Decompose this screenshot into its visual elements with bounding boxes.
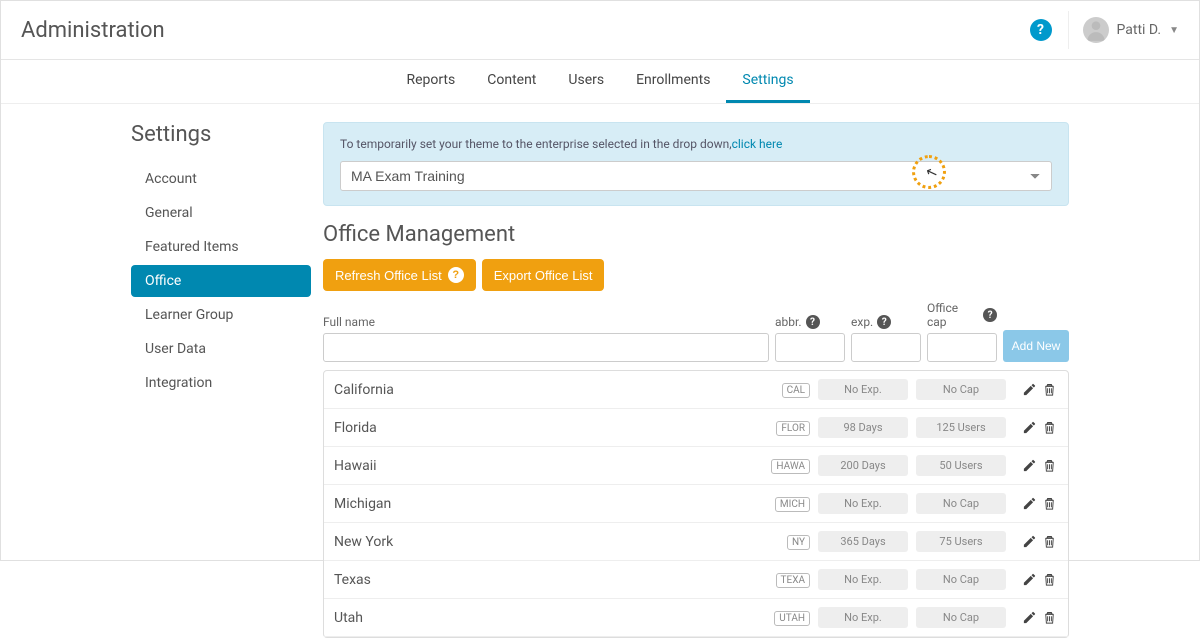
abbr-badge: FLOR [776,421,810,436]
delete-icon[interactable] [1042,382,1058,398]
refresh-button-label: Refresh Office List [335,268,442,283]
edit-icon[interactable] [1022,496,1038,512]
fullname-input[interactable] [323,333,769,362]
sidebar-title: Settings [131,122,311,147]
delete-icon[interactable] [1042,420,1058,436]
office-row: Florida FLOR 98 Days 125 Users [324,409,1068,447]
abbr-badge: NY [787,535,810,550]
delete-icon[interactable] [1042,496,1058,512]
exp-pill: No Exp. [818,569,908,590]
sidebar-item-general[interactable]: General [131,197,311,229]
edit-icon[interactable] [1022,534,1038,550]
office-list: California CAL No Exp. No Cap Florida FL… [323,370,1069,638]
abbr-input[interactable] [775,333,845,362]
office-name: California [334,382,746,398]
tab-settings[interactable]: Settings [726,60,809,103]
cap-pill: No Cap [916,379,1006,400]
help-icon[interactable]: ? [877,315,891,329]
abbr-label: abbr. ? [775,315,845,329]
tab-content[interactable]: Content [471,60,552,103]
export-button-label: Export Office List [494,268,593,283]
office-name: New York [334,534,746,550]
delete-icon[interactable] [1042,610,1058,626]
exp-pill: 98 Days [818,417,908,438]
user-name: Patti D. [1117,22,1162,38]
cap-pill: 50 Users [916,455,1006,476]
cap-pill: No Cap [916,569,1006,590]
banner-link[interactable]: click here [732,137,783,151]
abbr-badge: MICH [775,497,810,512]
cap-label: Office cap ? [927,301,997,329]
enterprise-select[interactable]: MA Exam Training [340,161,1052,191]
avatar [1083,17,1109,43]
office-name: Hawaii [334,458,746,474]
exp-pill: No Exp. [818,379,908,400]
banner-text: To temporarily set your theme to the ent… [340,137,1052,151]
edit-icon[interactable] [1022,610,1038,626]
tab-reports[interactable]: Reports [390,60,471,103]
office-name: Texas [334,572,746,588]
caret-down-icon: ▼ [1169,25,1179,36]
exp-pill: 200 Days [818,455,908,476]
help-icon[interactable]: ? [1030,19,1052,41]
help-icon: ? [448,267,464,283]
banner-text-label: To temporarily set your theme to the ent… [340,137,732,151]
cap-pill: 75 Users [916,531,1006,552]
sidebar-item-learner-group[interactable]: Learner Group [131,299,311,331]
office-name: Michigan [334,496,746,512]
tab-enrollments[interactable]: Enrollments [620,60,726,103]
office-row: Michigan MICH No Exp. No Cap [324,485,1068,523]
help-icon[interactable]: ? [983,308,997,322]
exp-pill: No Exp. [818,607,908,628]
exp-pill: 365 Days [818,531,908,552]
edit-icon[interactable] [1022,458,1038,474]
office-row: Utah UTAH No Exp. No Cap [324,599,1068,637]
office-name: Florida [334,420,746,436]
abbr-badge: CAL [782,383,810,398]
abbr-badge: TEXA [776,573,810,588]
abbr-badge: HAWA [771,459,810,474]
office-row: Hawaii HAWA 200 Days 50 Users [324,447,1068,485]
tab-users[interactable]: Users [552,60,620,103]
edit-icon[interactable] [1022,382,1038,398]
add-new-button[interactable]: Add New [1003,330,1069,362]
main-tabs: Reports Content Users Enrollments Settin… [1,60,1199,104]
delete-icon[interactable] [1042,534,1058,550]
page-header-title: Administration [21,18,165,43]
sidebar-item-user-data[interactable]: User Data [131,333,311,365]
section-title: Office Management [323,222,1069,247]
delete-icon[interactable] [1042,572,1058,588]
sidebar-item-office[interactable]: Office [131,265,311,297]
edit-icon[interactable] [1022,420,1038,436]
cap-pill: No Cap [916,607,1006,628]
sidebar-item-featured-items[interactable]: Featured Items [131,231,311,263]
refresh-office-list-button[interactable]: Refresh Office List ? [323,259,476,291]
sidebar-item-account[interactable]: Account [131,163,311,195]
sidebar-item-integration[interactable]: Integration [131,367,311,399]
export-office-list-button[interactable]: Export Office List [482,259,605,291]
cap-pill: 125 Users [916,417,1006,438]
help-icon[interactable]: ? [806,315,820,329]
exp-label: exp. ? [851,315,921,329]
office-name: Utah [334,610,746,626]
theme-banner: To temporarily set your theme to the ent… [323,122,1069,206]
exp-pill: No Exp. [818,493,908,514]
user-menu[interactable]: Patti D. ▼ [1068,11,1180,49]
delete-icon[interactable] [1042,458,1058,474]
office-row: New York NY 365 Days 75 Users [324,523,1068,561]
office-row: Texas TEXA No Exp. No Cap [324,561,1068,599]
exp-input[interactable] [851,333,921,362]
cap-pill: No Cap [916,493,1006,514]
office-row: California CAL No Exp. No Cap [324,371,1068,409]
edit-icon[interactable] [1022,572,1038,588]
abbr-badge: UTAH [774,611,810,626]
cap-input[interactable] [927,333,997,362]
fullname-label: Full name [323,315,769,329]
